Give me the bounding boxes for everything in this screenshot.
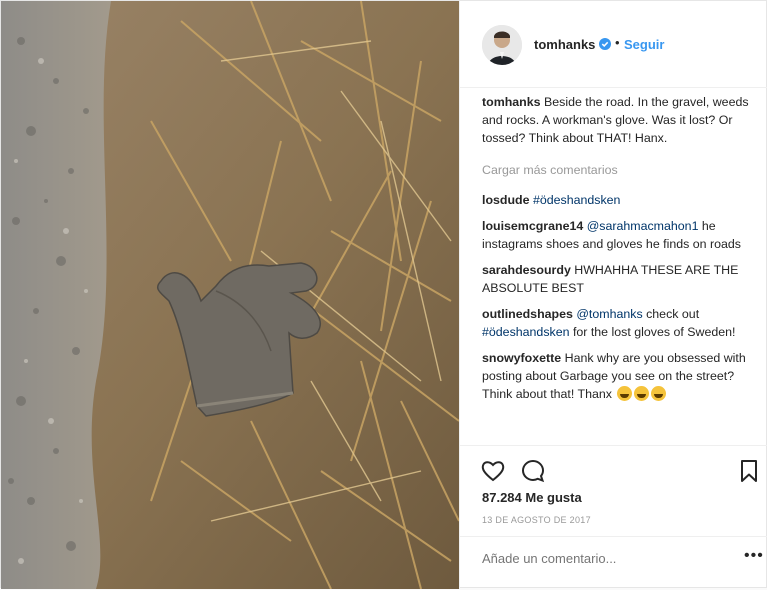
comment-username[interactable]: snowyfoxette bbox=[482, 351, 561, 365]
comment-item: snowyfoxette Hank why are you obsessed w… bbox=[482, 349, 750, 403]
comment-item: louisemcgrane14 @sarahmacmahon1 he insta… bbox=[482, 217, 750, 253]
grinning-emoji-icon bbox=[651, 386, 667, 401]
avatar-photo bbox=[482, 25, 522, 65]
grinning-emoji-icon bbox=[617, 386, 633, 401]
load-more-comments-link[interactable]: Cargar más comentarios bbox=[482, 161, 750, 179]
post-sidebar: tomhanks • Seguir tomhanks Beside the ro… bbox=[459, 1, 767, 589]
glove-on-roadside-image bbox=[1, 1, 459, 589]
hashtag-link[interactable]: #ödeshandsken bbox=[533, 193, 621, 207]
comment-item: sarahdesourdy HWHAHHA THESE ARE THE ABSO… bbox=[482, 261, 750, 297]
comment-text: check out bbox=[642, 307, 700, 321]
comment-username[interactable]: louisemcgrane14 bbox=[482, 219, 583, 233]
comment-username[interactable]: losdude bbox=[482, 193, 530, 207]
post-photo[interactable] bbox=[1, 1, 459, 589]
comment-item: outlinedshapes @tomhanks check out #ödes… bbox=[482, 305, 750, 341]
instagram-post: tomhanks • Seguir tomhanks Beside the ro… bbox=[0, 0, 767, 589]
mention-link[interactable]: @sarahmacmahon1 bbox=[587, 219, 699, 233]
follow-button[interactable]: Seguir bbox=[624, 37, 664, 52]
comment-input[interactable] bbox=[482, 551, 682, 566]
avatar[interactable] bbox=[482, 25, 522, 65]
hashtag-link[interactable]: #ödeshandsken bbox=[482, 325, 570, 339]
add-comment-bar: ••• bbox=[460, 536, 767, 590]
grinning-emoji-icon bbox=[634, 386, 650, 401]
action-bar bbox=[460, 445, 767, 492]
bookmark-icon[interactable] bbox=[736, 458, 762, 484]
more-options-button[interactable]: ••• bbox=[744, 547, 764, 565]
comment-item: losdude #ödeshandsken bbox=[482, 191, 750, 209]
heart-icon[interactable] bbox=[480, 458, 506, 484]
post-date[interactable]: 13 DE AGOSTO DE 2017 bbox=[482, 515, 591, 525]
separator-dot: • bbox=[615, 35, 620, 50]
comments-list[interactable]: tomhanks Beside the road. In the gravel,… bbox=[482, 93, 750, 443]
likes-count[interactable]: 87.284 Me gusta bbox=[482, 490, 582, 505]
caption: tomhanks Beside the road. In the gravel,… bbox=[482, 93, 750, 147]
comment-username[interactable]: sarahdesourdy bbox=[482, 263, 571, 277]
verified-badge-icon bbox=[599, 38, 611, 50]
comment-text: for the lost gloves of Sweden! bbox=[569, 325, 736, 339]
username-link[interactable]: tomhanks bbox=[534, 37, 595, 52]
comment-username[interactable]: outlinedshapes bbox=[482, 307, 573, 321]
comment-icon[interactable] bbox=[520, 458, 546, 484]
post-header: tomhanks • Seguir bbox=[460, 1, 767, 88]
caption-username[interactable]: tomhanks bbox=[482, 95, 541, 109]
mention-link[interactable]: @tomhanks bbox=[576, 307, 642, 321]
